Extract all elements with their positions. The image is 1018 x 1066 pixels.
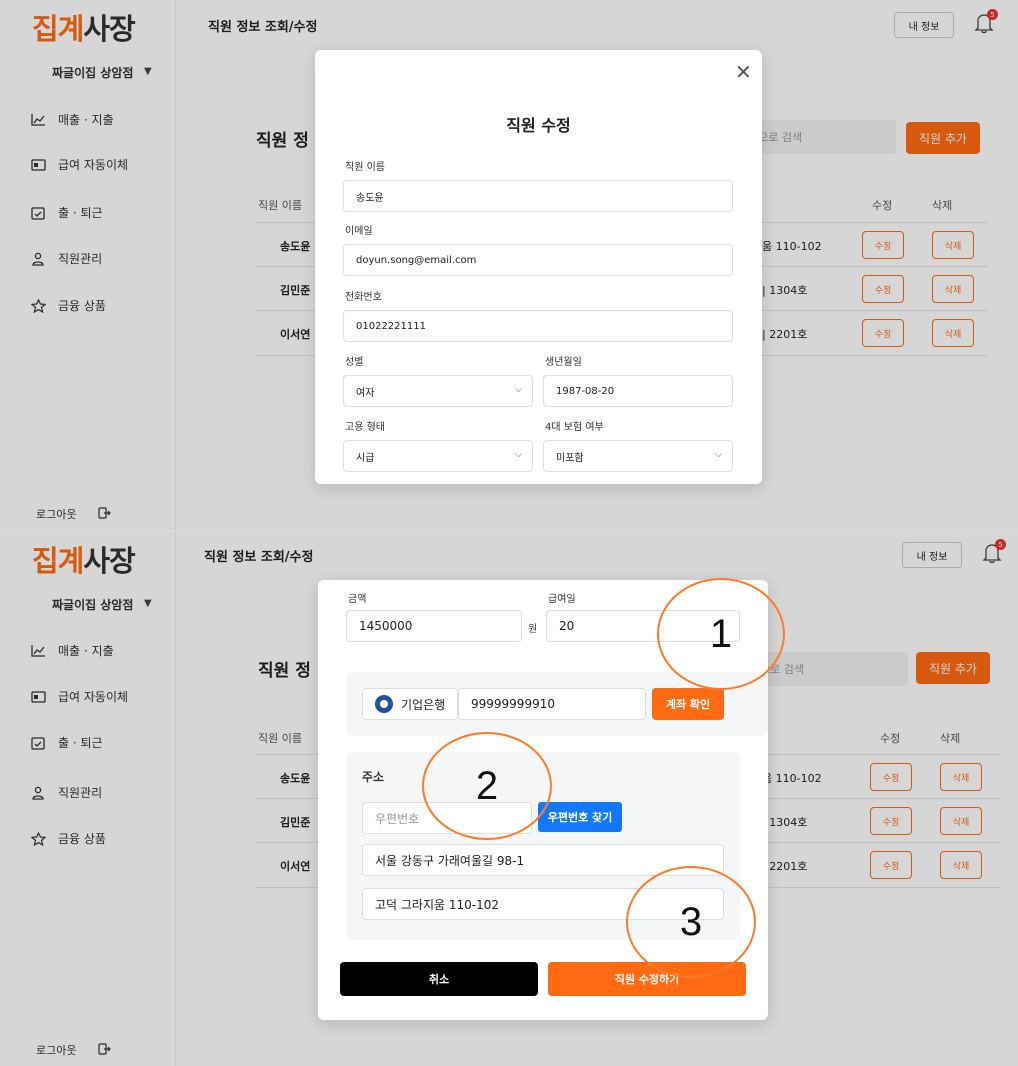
annotation-circle-1: 1 <box>657 578 785 690</box>
amount-field[interactable]: 1450000 <box>346 610 522 642</box>
insurance-label: 4대 보험 여부 <box>545 422 604 433</box>
top-screenshot: 집계사장 짜글이집 상암점 ▼ 매출 · 지출 급여 자동이체 출 · 퇴근 직… <box>0 0 1018 530</box>
birth-date-field[interactable]: 1987-08-20 <box>543 375 733 407</box>
name-field[interactable]: 송도윤 <box>343 180 733 212</box>
amount-label: 금액 <box>348 594 367 605</box>
phone-field[interactable]: 01022221111 <box>343 310 733 342</box>
name-label: 직원 이름 <box>345 162 385 173</box>
phone-label: 전화번호 <box>345 292 382 303</box>
close-icon[interactable]: ✕ <box>735 60 752 84</box>
insurance-select[interactable]: 미포함 ⌵ <box>543 440 733 472</box>
email-label: 이메일 <box>345 226 373 237</box>
edit-employee-modal: ✕ 직원 수정 직원 이름 송도윤 이메일 doyun.song@email.c… <box>315 50 762 484</box>
payday-label: 급여일 <box>548 594 576 605</box>
address-label: 주소 <box>362 770 385 784</box>
employment-label: 고용 형태 <box>345 422 385 433</box>
employment-select[interactable]: 시급 ⌵ <box>343 440 533 472</box>
modal-title: 직원 수정 <box>506 116 571 135</box>
find-postcode-button[interactable]: 우편번호 찾기 <box>538 802 622 832</box>
bank-logo-icon <box>375 695 393 713</box>
annotation-circle-2: 2 <box>422 732 552 840</box>
bottom-screenshot: 집계사장 짜글이집 상암점 ▼ 매출 · 지출 급여 자동이체 출 · 퇴근 직… <box>0 532 1018 1066</box>
account-number-field[interactable]: 99999999910 <box>458 688 646 720</box>
email-field[interactable]: doyun.song@email.com <box>343 244 733 276</box>
bank-selector[interactable]: 기업은행 <box>362 688 459 720</box>
verify-account-button[interactable]: 계좌 확인 <box>652 688 724 720</box>
gender-label: 성별 <box>345 357 364 368</box>
chevron-down-icon: ⌵ <box>715 450 722 460</box>
chevron-down-icon: ⌵ <box>515 385 522 395</box>
cancel-button[interactable]: 취소 <box>340 962 538 996</box>
amount-unit: 원 <box>528 624 538 635</box>
chevron-down-icon: ⌵ <box>515 450 522 460</box>
annotation-circle-3: 3 <box>626 866 756 978</box>
gender-select[interactable]: 여자 ⌵ <box>343 375 533 407</box>
birth-label: 생년월일 <box>545 357 582 368</box>
